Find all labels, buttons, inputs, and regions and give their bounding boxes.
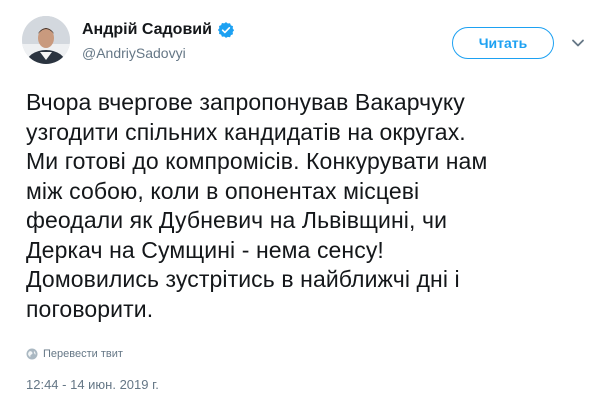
translate-label: Перевести твит bbox=[43, 348, 123, 360]
follow-button[interactable]: Читать bbox=[452, 27, 554, 59]
tweet-card: Андрій Садовий @AndriySadovyi Читать Вчо… bbox=[0, 0, 608, 408]
translate-link[interactable]: Перевести твит bbox=[26, 348, 123, 360]
author-handle[interactable]: @AndriySadovyi bbox=[82, 45, 235, 61]
author-block: Андрій Садовий @AndriySadovyi bbox=[82, 20, 235, 61]
author-name[interactable]: Андрій Садовий bbox=[82, 21, 212, 39]
avatar-photo bbox=[22, 16, 70, 64]
tweet-text: Вчора вчергове запропонував Вакарчуку уз… bbox=[26, 89, 488, 322]
author-name-row: Андрій Садовий bbox=[82, 20, 235, 40]
avatar[interactable] bbox=[22, 16, 70, 64]
tweet-timestamp[interactable]: 12:44 - 14 июн. 2019 г. bbox=[26, 377, 159, 392]
globe-icon bbox=[26, 348, 38, 360]
chevron-down-icon[interactable] bbox=[571, 38, 585, 48]
verified-badge-icon bbox=[217, 22, 235, 38]
